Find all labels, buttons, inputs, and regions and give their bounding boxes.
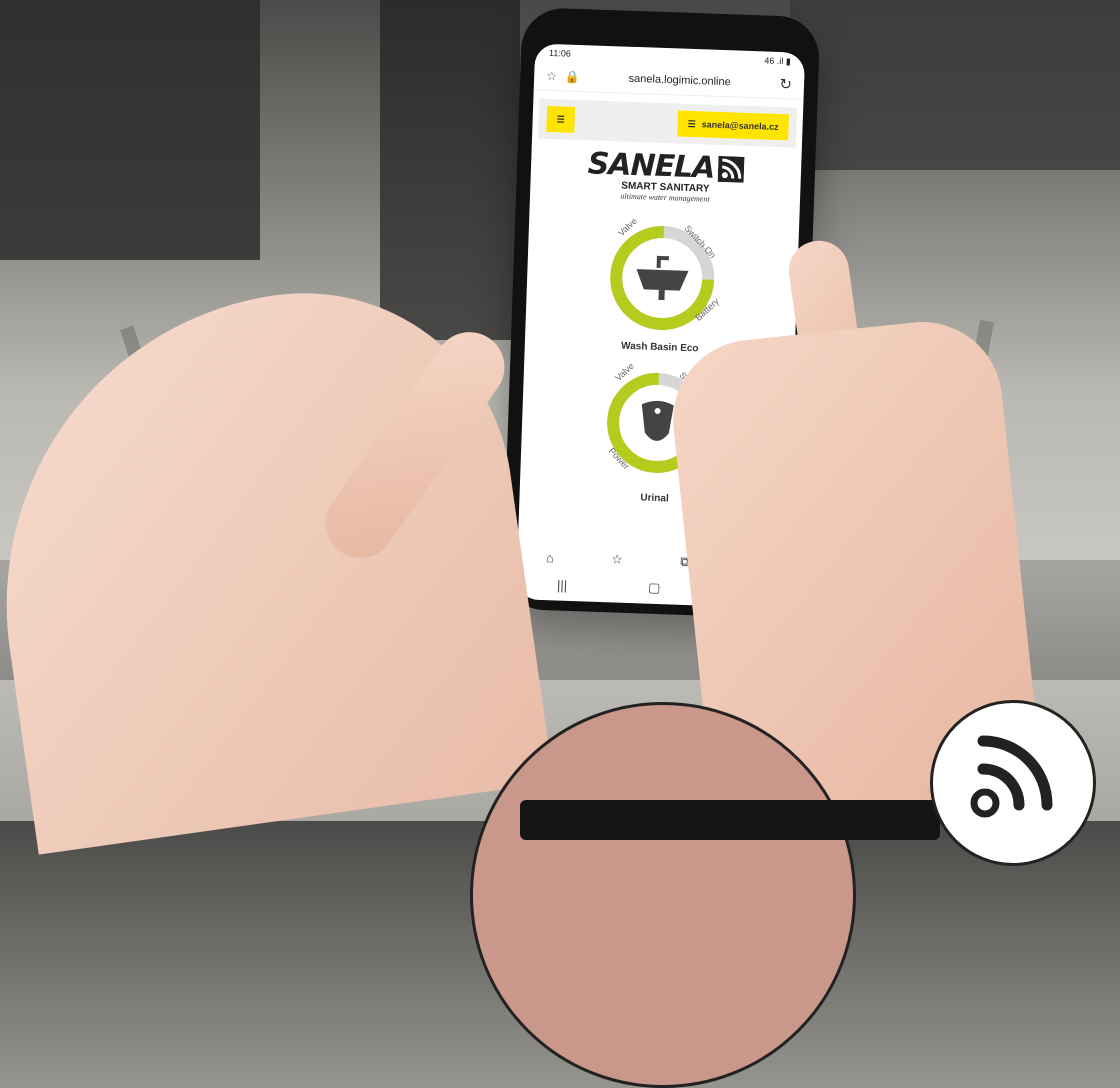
menu-button[interactable]: ☰ <box>546 105 576 133</box>
star-icon[interactable]: ☆ <box>546 69 557 83</box>
list-icon: ☰ <box>556 113 565 125</box>
decorative-bar <box>520 800 940 840</box>
home-button-icon[interactable]: ▢ <box>648 580 661 596</box>
sanela-logo: SANELA SMART SANITARY ultimate water man… <box>530 144 802 206</box>
user-email: sanela@sanela.cz <box>701 119 779 132</box>
url-text[interactable]: sanela.logimic.online <box>628 73 730 89</box>
home-icon[interactable]: ⌂ <box>546 550 554 565</box>
status-time: 11:06 <box>548 47 572 59</box>
wifi-logo-icon <box>718 155 745 183</box>
favorites-icon[interactable]: ☆ <box>611 551 623 567</box>
lock-icon: 🔒 <box>564 69 581 85</box>
app-header: ☰ ☰ sanela@sanela.cz <box>538 98 798 148</box>
decorative-circle <box>470 702 856 1088</box>
background-screen <box>380 0 520 340</box>
wifi-badge <box>930 700 1096 866</box>
wifi-icon <box>970 735 1053 818</box>
device-card-wash-basin[interactable]: Valve Switch On Battery <box>560 205 765 352</box>
background-wall <box>0 0 260 260</box>
reload-icon[interactable]: ↻ <box>779 75 792 93</box>
status-icons: 46 .il ▮ <box>764 54 792 66</box>
background-wall-right <box>790 0 1120 170</box>
logo-brand: SANELA <box>587 146 716 186</box>
user-menu-button[interactable]: ☰ sanela@sanela.cz <box>677 110 790 141</box>
hamburger-icon: ☰ <box>687 118 696 129</box>
recent-apps-icon[interactable]: ||| <box>557 577 568 592</box>
